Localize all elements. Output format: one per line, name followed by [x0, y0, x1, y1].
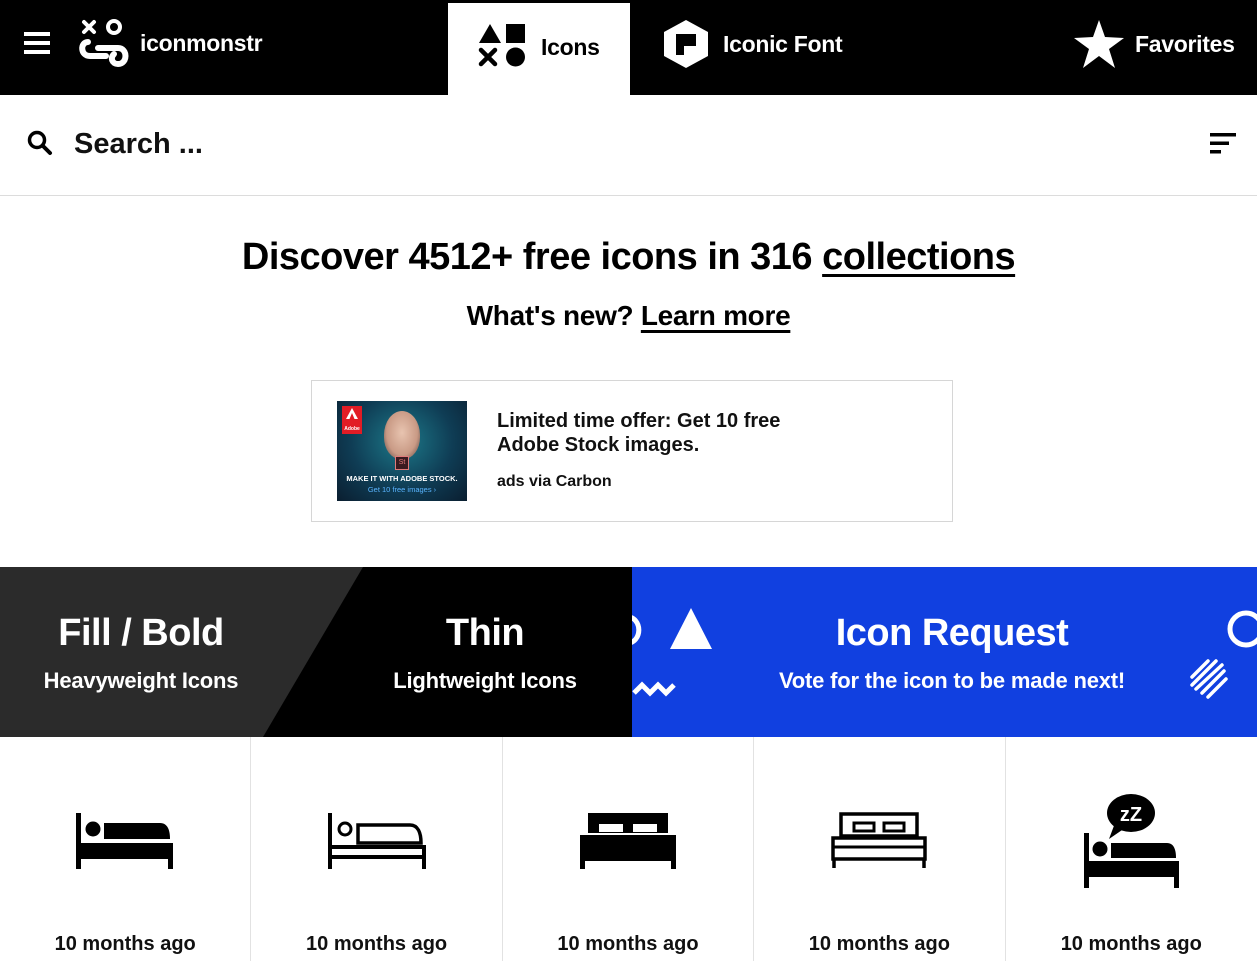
tab-favorites[interactable]: Favorites	[1060, 0, 1257, 95]
icon-timestamp: 10 months ago	[54, 933, 196, 955]
icon-request-subtitle: Vote for the icon to be made next!	[778, 668, 1126, 693]
fill-bold-title: Fill / Bold	[58, 612, 224, 654]
icon-card[interactable]: 10 months ago	[503, 737, 755, 961]
ad-cta: Get 10 free images ›	[367, 485, 437, 494]
menu-icon[interactable]	[24, 30, 56, 60]
thin-title: Thin	[445, 612, 525, 654]
fill-bold-subtitle: Heavyweight Icons	[43, 668, 239, 693]
search-icon[interactable]	[27, 130, 53, 156]
hero-subtitle: What's new? Learn more	[0, 300, 1257, 332]
icon-request-title: Icon Request	[835, 612, 1069, 654]
hero-title-text: Discover 4512+ free icons in 316	[241, 236, 813, 278]
bed-person-fill-icon	[76, 813, 174, 869]
iconmonstr-logo-icon[interactable]	[78, 18, 130, 70]
ad-text[interactable]: Limited time offer: Get 10 free Adobe St…	[497, 409, 827, 457]
adobe-logo: Adobe	[342, 406, 362, 434]
search-input[interactable]	[74, 122, 974, 166]
learn-more-link[interactable]: Learn more	[641, 300, 791, 331]
icon-card[interactable]: 10 months ago	[754, 737, 1006, 961]
tab-favorites-label: Favorites	[1135, 31, 1235, 57]
icon-timestamp: 10 months ago	[557, 933, 699, 955]
svg-text:zZ: zZ	[1120, 804, 1142, 826]
icon-card[interactable]: 10 months ago	[251, 737, 503, 961]
double-bed-thin-icon	[831, 812, 928, 868]
stock-badge: St	[395, 456, 409, 470]
whats-new-text: What's new?	[466, 300, 634, 331]
icon-card[interactable]: 10 months ago	[0, 737, 252, 961]
tab-iconic-font[interactable]: Iconic Font	[640, 0, 870, 95]
ad-image[interactable]: Adobe St MAKE IT WITH ADOBE STOCK. Get 1…	[337, 401, 467, 501]
icon-timestamp: 10 months ago	[808, 933, 950, 955]
icon-card[interactable]: zZ 10 months ago	[1006, 737, 1257, 961]
sort-filter-icon[interactable]	[1210, 131, 1238, 157]
ad-caption: MAKE IT WITH ADOBE STOCK.	[346, 474, 458, 483]
tab-icons[interactable]: Icons	[448, 3, 630, 95]
carbon-ad: Adobe St MAKE IT WITH ADOBE STOCK. Get 1…	[311, 380, 953, 522]
icon-grid: 10 months ago 10 months ago 10 months ag…	[0, 737, 1257, 961]
double-bed-fill-icon	[579, 813, 676, 869]
shapes-icon	[478, 24, 525, 67]
ad-portrait	[384, 411, 420, 459]
icon-timestamp: 10 months ago	[306, 933, 448, 955]
tab-icons-label: Icons	[541, 34, 600, 60]
collections-link[interactable]: collections	[822, 236, 1016, 278]
tab-iconic-font-label: Iconic Font	[723, 31, 843, 57]
logo-text[interactable]: iconmonstr	[140, 30, 263, 57]
hero-title: Discover 4512+ free icons in 316 collect…	[0, 236, 1257, 279]
bed-person-thin-icon	[327, 813, 426, 869]
star-icon	[1074, 20, 1124, 68]
icon-timestamp: 10 months ago	[1060, 933, 1202, 955]
iconic-font-icon	[664, 20, 708, 68]
sleeping-bed-icon: zZ	[1084, 794, 1180, 888]
ads-via-carbon-link[interactable]: ads via Carbon	[497, 473, 612, 491]
thin-subtitle: Lightweight Icons	[393, 668, 577, 693]
